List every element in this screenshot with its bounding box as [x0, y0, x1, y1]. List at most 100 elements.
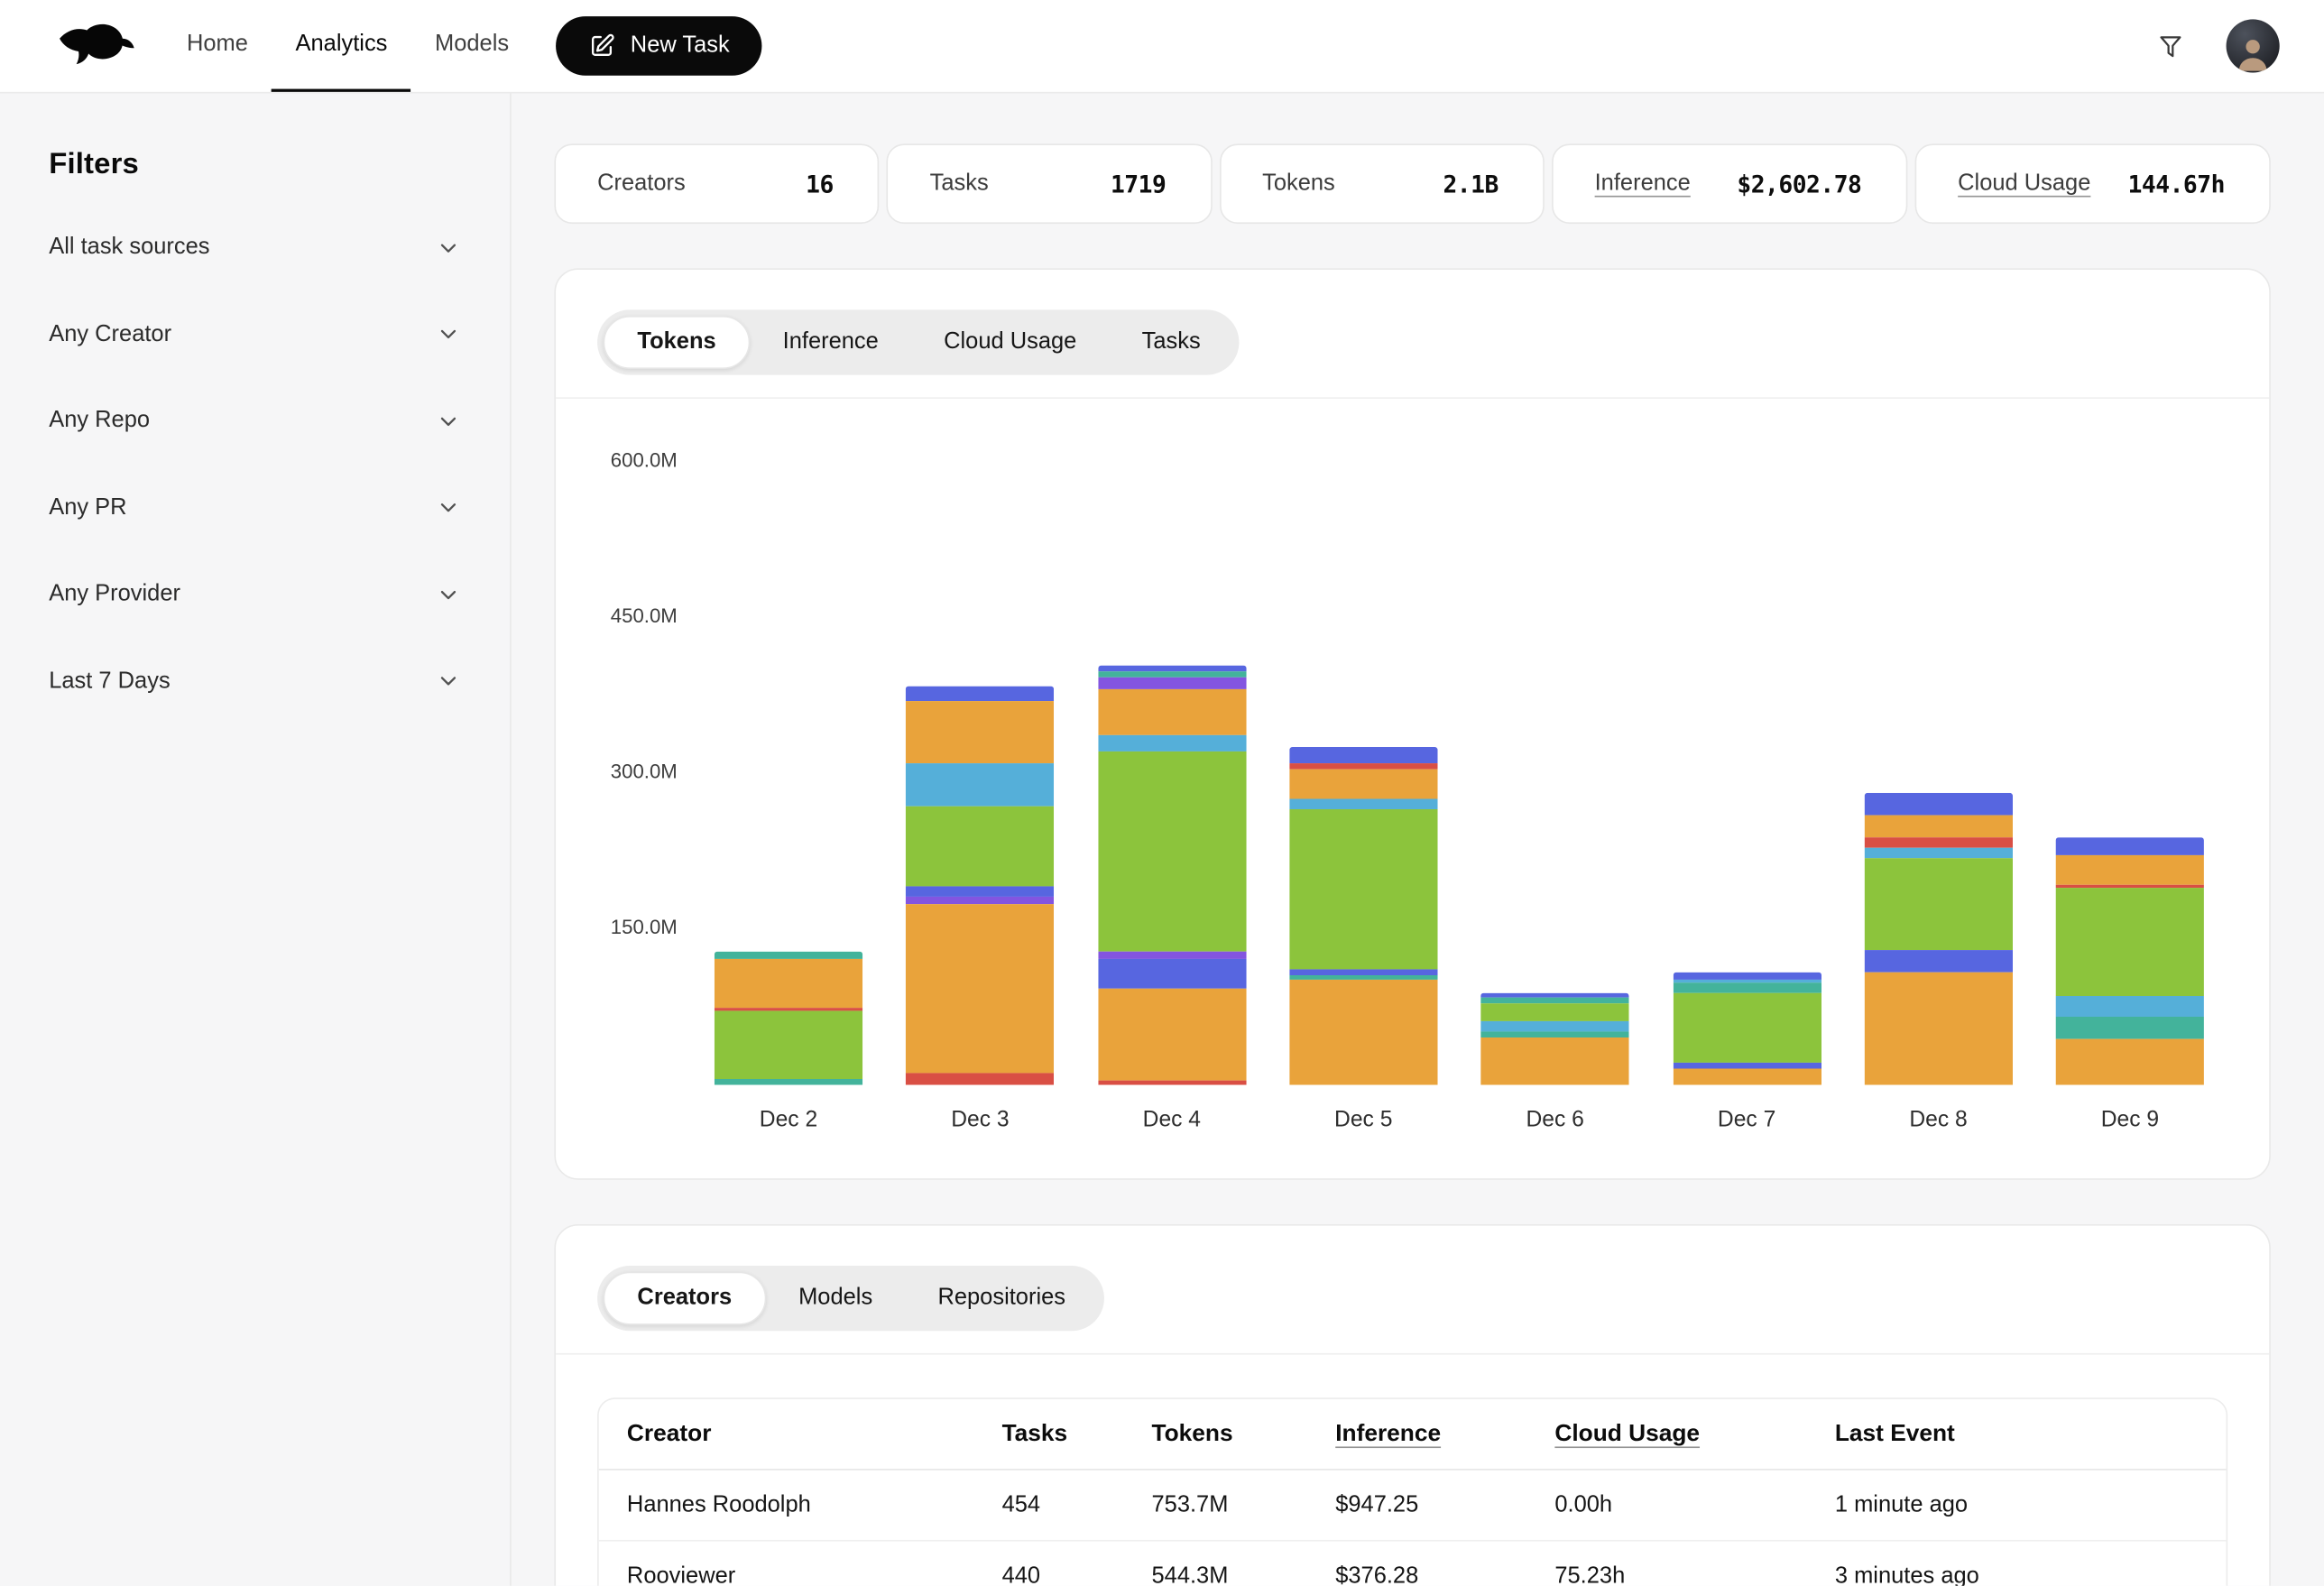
bar-segment-green: [1673, 993, 1821, 1063]
stat-inference[interactable]: Inference$2,602.78: [1552, 143, 1907, 224]
filter-dropdown-any-pr[interactable]: Any PR: [49, 465, 461, 551]
chart-bar-dec-5[interactable]: [1289, 747, 1437, 1085]
bar-segment-sky: [1098, 735, 1246, 751]
filter-dropdown-any-creator[interactable]: Any Creator: [49, 291, 461, 378]
x-axis-label: Dec 9: [2056, 1107, 2204, 1132]
filter-label: All task sources: [49, 235, 209, 262]
nav-link-models[interactable]: Models: [411, 0, 533, 92]
stat-creators[interactable]: Creators16: [554, 143, 879, 224]
bar-segment-indigo: [1864, 950, 2012, 973]
breakdown-tab-creators[interactable]: Creators: [604, 1272, 766, 1325]
cell-inference: $947.25: [1335, 1492, 1554, 1519]
filter-funnel-icon[interactable]: [2156, 32, 2184, 60]
bar-segment-indigo: [906, 886, 1054, 897]
chevron-down-icon: [436, 235, 461, 261]
y-axis-tick: 600.0M: [588, 449, 678, 472]
bar-segment-orange: [1098, 689, 1246, 735]
cell-cloud-usage: 75.23h: [1554, 1563, 1835, 1586]
bar-segment-purple: [906, 896, 1054, 903]
nav-link-home[interactable]: Home: [163, 0, 272, 92]
column-header-cloud-usage[interactable]: Cloud Usage: [1554, 1421, 1835, 1448]
chart-tab-cloud-usage[interactable]: Cloud Usage: [911, 316, 1110, 369]
bar-segment-orange: [1864, 816, 2012, 837]
filters-sidebar: Filters All task sources Any CreatorAny R…: [0, 93, 512, 1585]
filter-list: All task sourcesAny CreatorAny RepoAny P…: [49, 205, 461, 725]
stat-value: 1719: [1111, 170, 1166, 198]
column-header-label: Last Event: [1835, 1421, 1955, 1446]
new-task-button[interactable]: New Task: [557, 16, 762, 76]
creators-table: CreatorTasksTokensInferenceCloud UsageLa…: [597, 1397, 2227, 1586]
summary-stats-bar: Creators16Tasks1719Tokens2.1BInference$2…: [554, 143, 2270, 224]
table-header-row: CreatorTasksTokensInferenceCloud UsageLa…: [599, 1399, 2227, 1471]
column-header-inference[interactable]: Inference: [1335, 1421, 1554, 1448]
bar-segment-indigo: [1289, 969, 1437, 975]
main-content: Creators16Tasks1719Tokens2.1BInference$2…: [512, 93, 2324, 1585]
y-axis-tick: 450.0M: [588, 604, 678, 627]
bar-segment-orange: [906, 903, 1054, 1074]
chart-tab-tokens[interactable]: Tokens: [604, 316, 751, 369]
filters-title: Filters: [49, 148, 461, 182]
stat-cloud-usage[interactable]: Cloud Usage144.67h: [1915, 143, 2271, 224]
chart-tab-inference[interactable]: Inference: [750, 316, 910, 369]
bar-segment-teal: [715, 952, 862, 958]
table-row-rooviewer[interactable]: Rooviewer440544.3M$376.2875.23h3 minutes…: [599, 1542, 2227, 1586]
chart-bar-dec-3[interactable]: [906, 687, 1054, 1085]
cell-last-event: 1 minute ago: [1835, 1492, 2227, 1519]
table-row-hannes-roodolph[interactable]: Hannes Roodolph454753.7M$947.250.00h1 mi…: [599, 1471, 2227, 1542]
chart-bar-dec-2[interactable]: [715, 952, 862, 1084]
bar-segment-purple: [1098, 678, 1246, 690]
chart-bar-dec-8[interactable]: [1864, 794, 2012, 1085]
breakdown-tab-models[interactable]: Models: [766, 1272, 905, 1325]
bar-segment-teal: [1673, 983, 1821, 994]
bar-segment-indigo: [906, 687, 1054, 701]
kangaroo-logo-icon[interactable]: [56, 21, 136, 71]
column-header-label: Inference: [1335, 1421, 1441, 1446]
bar-segment-purple: [1098, 951, 1246, 959]
chart-bar-dec-9[interactable]: [2056, 838, 2204, 1085]
cell-tasks: 454: [1002, 1492, 1152, 1519]
bar-segment-green: [715, 1011, 862, 1079]
bar-segment-indigo: [1289, 747, 1437, 763]
x-axis-label: Dec 7: [1673, 1107, 1821, 1132]
creators-table-body: CreatorTasksTokensInferenceCloud UsageLa…: [599, 1399, 2227, 1586]
primary-nav: HomeAnalyticsModels: [163, 0, 533, 92]
chart-bar-dec-4[interactable]: [1098, 666, 1246, 1085]
filter-dropdown-any-provider[interactable]: Any Provider: [49, 551, 461, 638]
y-axis-tick: 150.0M: [588, 916, 678, 938]
column-header-creator: Creator: [599, 1421, 1002, 1448]
user-avatar[interactable]: [2227, 19, 2280, 72]
bar-segment-teal: [2056, 1017, 2204, 1038]
chevron-down-icon: [436, 409, 461, 434]
chart-card: TokensInferenceCloud UsageTasks 150.0M30…: [554, 268, 2270, 1179]
filter-label: Last 7 Days: [49, 669, 170, 696]
bar-segment-indigo: [1864, 794, 2012, 816]
bar-segment-orange: [2056, 855, 2204, 884]
cell-creator: Hannes Roodolph: [599, 1492, 1002, 1519]
bar-segment-green: [1098, 751, 1246, 951]
bar-segment-green: [906, 807, 1054, 885]
bar-segment-indigo: [1098, 666, 1246, 672]
bar-segment-sky: [906, 763, 1054, 807]
stat-value: $2,602.78: [1737, 170, 1861, 198]
stat-tasks[interactable]: Tasks1719: [887, 143, 1212, 224]
chart-tab-tasks[interactable]: Tasks: [1109, 316, 1232, 369]
column-header-label: Cloud Usage: [1554, 1421, 1700, 1446]
filter-label: Any Provider: [49, 581, 180, 608]
filter-dropdown-last-7-days[interactable]: Last 7 Days: [49, 638, 461, 724]
stat-tokens[interactable]: Tokens2.1B: [1219, 143, 1544, 224]
cell-tokens: 544.3M: [1151, 1563, 1335, 1586]
bar-segment-sky: [2056, 996, 2204, 1017]
bar-segment-orange: [1864, 973, 2012, 1084]
bar-segment-orange: [2056, 1038, 2204, 1085]
chart-bar-dec-7[interactable]: [1673, 973, 1821, 1084]
chart-bar-dec-6[interactable]: [1481, 993, 1629, 1084]
filter-dropdown-any-repo[interactable]: Any Repo: [49, 378, 461, 465]
breakdown-tab-repositories[interactable]: Repositories: [905, 1272, 1098, 1325]
cell-last-event: 3 minutes ago: [1835, 1563, 2227, 1586]
nav-link-analytics[interactable]: Analytics: [272, 0, 410, 92]
app-window: HomeAnalyticsModels New Task: [0, 0, 2324, 1586]
x-axis-label: Dec 5: [1289, 1107, 1437, 1132]
filter-dropdown-all-task-sources[interactable]: All task sources: [49, 205, 461, 291]
bar-segment-green: [2056, 888, 2204, 996]
bar-segment-orange: [1481, 1037, 1629, 1085]
